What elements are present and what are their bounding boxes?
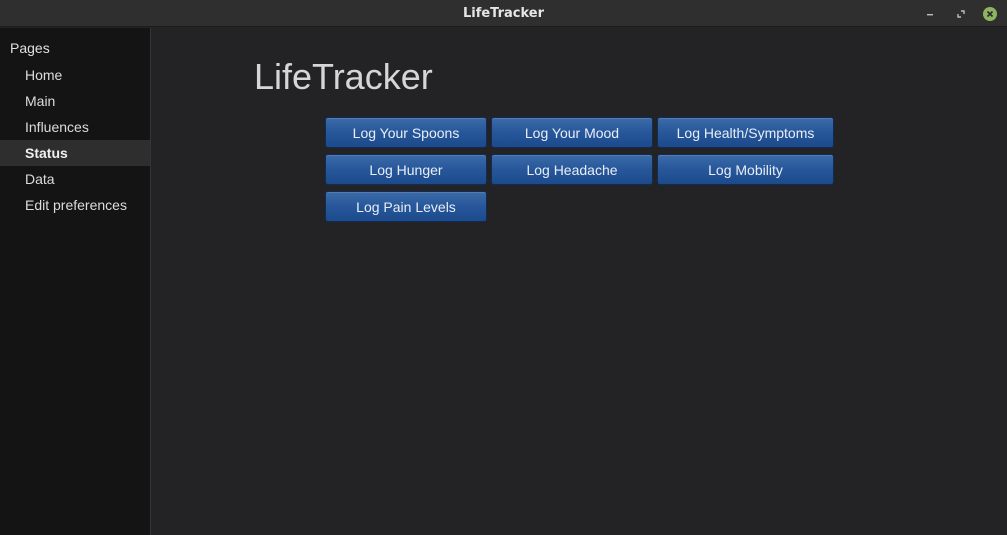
window-title: LifeTracker [462, 6, 545, 21]
minimize-button[interactable] [921, 5, 938, 22]
log-health-symptoms-button[interactable]: Log Health/Symptoms [657, 117, 834, 148]
main-content: LifeTracker Log Your Spoons Log Your Moo… [151, 28, 1007, 535]
sidebar-item-data[interactable]: Data [0, 166, 150, 192]
minimize-icon [926, 13, 933, 15]
sidebar-nav: Home Main Influences Status Data Edit pr… [0, 62, 150, 218]
sidebar: Pages Home Main Influences Status Data E… [0, 28, 151, 535]
log-mobility-button[interactable]: Log Mobility [657, 154, 834, 185]
maximize-button[interactable] [952, 5, 969, 22]
sidebar-heading: Pages [10, 40, 50, 56]
log-spoons-button[interactable]: Log Your Spoons [325, 117, 487, 148]
sidebar-item-status[interactable]: Status [0, 140, 150, 166]
maximize-icon [956, 9, 965, 18]
close-icon [982, 6, 997, 21]
log-hunger-button[interactable]: Log Hunger [325, 154, 487, 185]
log-pain-levels-button[interactable]: Log Pain Levels [325, 191, 487, 222]
page-title: LifeTracker [254, 56, 433, 97]
close-button[interactable] [981, 5, 998, 22]
title-bar[interactable]: LifeTracker [0, 0, 1007, 27]
log-mood-button[interactable]: Log Your Mood [491, 117, 653, 148]
sidebar-item-home[interactable]: Home [0, 62, 150, 88]
log-headache-button[interactable]: Log Headache [491, 154, 653, 185]
app-window: LifeTracker Pages Home Main Influences S… [0, 0, 1007, 535]
sidebar-item-influences[interactable]: Influences [0, 114, 150, 140]
sidebar-item-edit-preferences[interactable]: Edit preferences [0, 192, 150, 218]
sidebar-item-main[interactable]: Main [0, 88, 150, 114]
